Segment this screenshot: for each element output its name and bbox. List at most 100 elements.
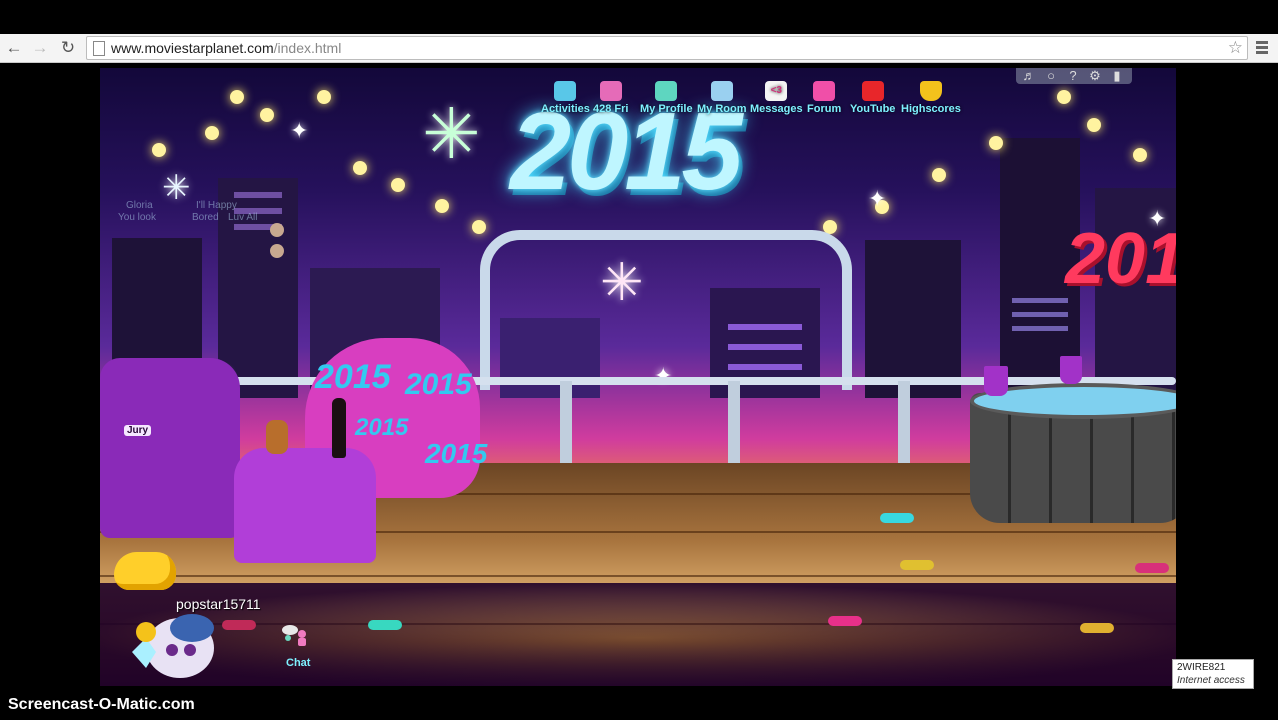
- reload-icon[interactable]: ↻: [58, 38, 78, 58]
- sparkle: ✦: [290, 118, 309, 143]
- forum-icon: [813, 81, 836, 101]
- beanbag-text: 2015: [405, 368, 472, 401]
- nav-label: My Room: [697, 103, 747, 115]
- watermark: Screencast-O-Matic.com: [8, 696, 195, 713]
- url-path: /index.html: [273, 40, 342, 56]
- light-bulb: [205, 126, 219, 140]
- ghost-chat: I'll Happy: [196, 200, 237, 211]
- 2015-balloon[interactable]: 2015: [1065, 218, 1176, 300]
- trophy-icon: [919, 81, 942, 101]
- fullscreen-icon[interactable]: ▮: [1108, 68, 1126, 84]
- nav-label: My Profile: [640, 103, 693, 115]
- chat-label[interactable]: Chat: [286, 657, 310, 669]
- nav-label: Messages: [750, 103, 803, 115]
- back-arrow-icon[interactable]: ←: [4, 38, 24, 58]
- chat-icon[interactable]: [280, 624, 314, 646]
- network-name: 2WIRE821: [1177, 662, 1226, 673]
- ghost-chat: Bored: [192, 212, 219, 223]
- purple-cup[interactable]: [1060, 356, 1082, 384]
- light-bulb: [391, 178, 405, 192]
- building: [865, 240, 961, 398]
- piggy-bank-icon[interactable]: [114, 552, 176, 590]
- light-bulb: [353, 161, 367, 175]
- purple-sofa[interactable]: [100, 358, 240, 538]
- circle-icon[interactable]: ○: [1042, 68, 1060, 84]
- ghost-chat: You look: [118, 212, 156, 223]
- nav-label: Activities: [541, 103, 590, 115]
- network-status: Internet access: [1177, 675, 1245, 686]
- firework: ✳: [422, 95, 481, 173]
- light-bulb: [230, 90, 244, 104]
- nav-label: Forum: [807, 103, 842, 115]
- purple-cup[interactable]: [984, 366, 1008, 396]
- nav-messages[interactable]: <3 Messages: [750, 81, 803, 115]
- beanbag-text: 2015: [425, 438, 488, 469]
- mini-avatar[interactable]: [270, 223, 284, 237]
- light-bulb: [472, 220, 486, 234]
- bottle[interactable]: [332, 398, 346, 458]
- nav-label: Highscores: [901, 103, 961, 115]
- nav-label: 428 Fri: [593, 103, 629, 115]
- confetti[interactable]: [1080, 623, 1114, 633]
- railing-post: [560, 381, 572, 463]
- network-tooltip: 2WIRE821 Internet access: [1172, 659, 1254, 689]
- confetti[interactable]: [880, 513, 914, 523]
- help-icon[interactable]: ?: [1064, 68, 1082, 84]
- settings-icon[interactable]: ⚙: [1086, 68, 1104, 84]
- activities-icon: [554, 81, 577, 101]
- room-icon: [710, 81, 733, 101]
- nav-my-profile[interactable]: My Profile: [640, 81, 693, 115]
- light-bulb: [260, 108, 274, 122]
- ghost-chat: Luv All: [228, 212, 258, 223]
- ghost-chat: Gloria: [126, 200, 153, 211]
- confetti[interactable]: [828, 616, 862, 626]
- address-bar[interactable]: www.moviestarplanet.com/index.html ☆: [86, 36, 1248, 60]
- screen-top-bar: [0, 0, 1278, 34]
- nav-label: YouTube: [850, 103, 896, 115]
- nav-youtube[interactable]: YouTube: [850, 81, 895, 115]
- beanbag-text: 2015: [315, 358, 391, 396]
- nav-friends[interactable]: 428 Fri: [593, 81, 628, 115]
- sound-icon[interactable]: ♬: [1020, 68, 1038, 84]
- candle[interactable]: [266, 420, 288, 454]
- nav-highscores[interactable]: Highscores: [901, 81, 961, 115]
- game-canvas[interactable]: ✳ ✳ ✳ ✦ ✦ ✦ ✦ ✦ ✦ 2015 2015 Jury 2015 20…: [100, 68, 1176, 686]
- light-bulb: [1057, 90, 1071, 104]
- light-bulb: [435, 199, 449, 213]
- light-bulb: [317, 90, 331, 104]
- youtube-icon: [861, 81, 884, 101]
- arch-frame: [480, 230, 852, 390]
- nav-forum[interactable]: Forum: [807, 81, 841, 115]
- page-icon: [93, 41, 105, 56]
- railing-post: [728, 381, 740, 463]
- profile-icon: [655, 81, 678, 101]
- confetti[interactable]: [368, 620, 402, 630]
- confetti[interactable]: [1135, 563, 1169, 573]
- url-host: www.moviestarplanet.com: [111, 40, 274, 56]
- light-bulb: [932, 168, 946, 182]
- nav-activities[interactable]: Activities: [541, 81, 590, 115]
- mini-avatar[interactable]: [270, 244, 284, 258]
- round-table[interactable]: [234, 448, 376, 563]
- friends-icon: [599, 81, 622, 101]
- player-avatar[interactable]: [128, 608, 226, 682]
- light-bulb: [152, 143, 166, 157]
- forward-arrow-icon[interactable]: →: [30, 38, 50, 58]
- browser-menu-icon[interactable]: [1254, 39, 1270, 57]
- messages-icon: <3: [765, 81, 788, 101]
- beanbag-text: 2015: [355, 414, 409, 441]
- confetti[interactable]: [222, 620, 256, 630]
- light-bulb: [1087, 118, 1101, 132]
- url-text: www.moviestarplanet.com/index.html: [111, 40, 341, 56]
- game-tools: ♬ ○ ? ⚙ ▮: [1016, 68, 1132, 84]
- light-bulb: [989, 136, 1003, 150]
- firework: ✳: [162, 169, 191, 207]
- light-bulb: [1133, 148, 1147, 162]
- confetti[interactable]: [900, 560, 934, 570]
- nav-my-room[interactable]: My Room: [697, 81, 747, 115]
- floor-plank: [100, 575, 1176, 577]
- railing-post: [898, 381, 910, 463]
- floor-vignette: [100, 583, 1176, 686]
- sparkle: ✦: [868, 186, 887, 211]
- bookmark-star-icon[interactable]: ☆: [1228, 38, 1243, 58]
